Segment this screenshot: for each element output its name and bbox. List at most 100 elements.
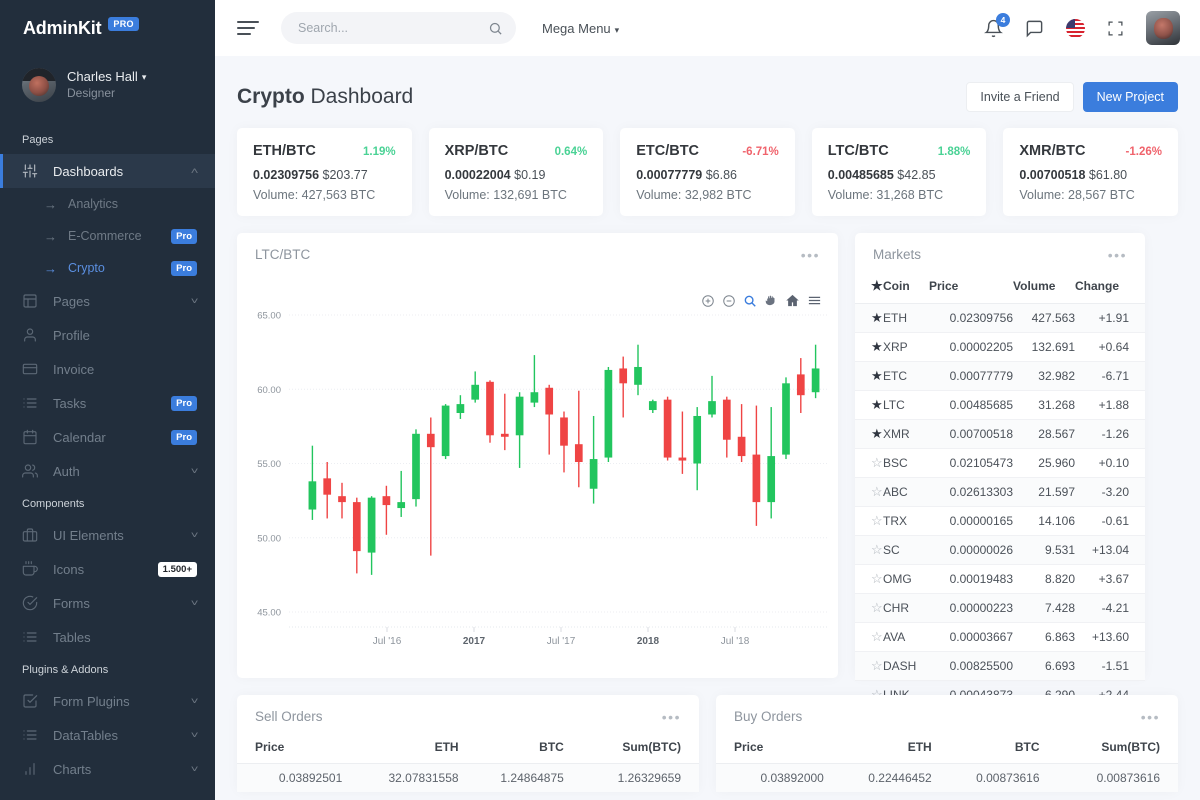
sidebar-item-calendar[interactable]: Calendar Pro bbox=[0, 420, 215, 454]
table-row[interactable]: ★ ETH 0.02309756 427.563 +1.91 bbox=[855, 303, 1145, 333]
sidebar-user[interactable]: Charles Hall ▾ Designer bbox=[0, 56, 215, 124]
sidebar-item-datatables[interactable]: DataTables ˅ bbox=[0, 718, 215, 752]
buy-orders-menu-button[interactable]: ••• bbox=[1141, 710, 1160, 724]
star-icon[interactable]: ★ bbox=[871, 397, 883, 412]
sidebar-item-tasks[interactable]: Tasks Pro bbox=[0, 386, 215, 420]
candle bbox=[367, 496, 376, 575]
favorite-cell[interactable]: ★ bbox=[855, 361, 883, 391]
chevron-icon: ˄ bbox=[190, 166, 199, 176]
menu-toggle-icon[interactable] bbox=[237, 17, 259, 40]
fullscreen-button[interactable] bbox=[1107, 20, 1124, 37]
sidebar-subitem-analytics[interactable]: → Analytics bbox=[0, 188, 215, 220]
table-row[interactable]: ☆ SC 0.00000026 9.531 +13.04 bbox=[855, 535, 1145, 565]
table-row[interactable]: ☆ DASH 0.00825500 6.693 -1.51 bbox=[855, 651, 1145, 681]
table-row[interactable]: ☆ TRX 0.00000165 14.106 -0.61 bbox=[855, 506, 1145, 536]
sidebar-item-dashboards[interactable]: Dashboards ˄ bbox=[0, 154, 215, 188]
star-icon[interactable]: ☆ bbox=[871, 484, 883, 499]
sidebar-item-ui-elements[interactable]: UI Elements ˅ bbox=[0, 518, 215, 552]
favorite-cell[interactable]: ☆ bbox=[855, 477, 883, 507]
sidebar-item-label: Profile bbox=[53, 327, 90, 343]
sidebar-item-profile[interactable]: Profile bbox=[0, 318, 215, 352]
sidebar-item-forms[interactable]: Forms ˅ bbox=[0, 586, 215, 620]
buy-col-sum: Sum(BTC) bbox=[1039, 734, 1178, 764]
favorite-cell[interactable]: ☆ bbox=[855, 506, 883, 536]
stat-volume: Volume: 32,982 BTC bbox=[636, 188, 752, 202]
change-cell: +13.04 bbox=[1075, 535, 1145, 565]
favorite-cell[interactable]: ★ bbox=[855, 332, 883, 362]
sidebar-item-form-plugins[interactable]: Form Plugins ˅ bbox=[0, 684, 215, 718]
star-icon[interactable]: ☆ bbox=[871, 542, 883, 557]
table-row[interactable]: ☆ BSC 0.02105473 25.960 +0.10 bbox=[855, 448, 1145, 478]
favorite-cell[interactable]: ★ bbox=[855, 419, 883, 449]
sell-orders-menu-button[interactable]: ••• bbox=[662, 710, 681, 724]
coin-cell: CHR bbox=[883, 593, 929, 623]
brand[interactable]: AdminKit PRO bbox=[0, 0, 215, 56]
check-circle-icon-wrap bbox=[22, 595, 41, 611]
users-icon-wrap bbox=[22, 463, 41, 479]
sidebar-item-icons[interactable]: Icons 1.500+ bbox=[0, 552, 215, 586]
sell-orders-title: Sell Orders bbox=[255, 709, 323, 724]
x-axis-tick-label: 2018 bbox=[637, 636, 660, 647]
chart-panel-menu-button[interactable]: ••• bbox=[801, 248, 820, 262]
table-row[interactable]: ☆ CHR 0.00000223 7.428 -4.21 bbox=[855, 593, 1145, 623]
coin-cell: DASH bbox=[883, 651, 929, 681]
profile-avatar[interactable] bbox=[1146, 11, 1180, 45]
search-box[interactable] bbox=[281, 12, 516, 44]
chevron-icon: ˅ bbox=[190, 730, 199, 740]
language-button[interactable] bbox=[1066, 18, 1085, 38]
sidebar-item-charts[interactable]: Charts ˅ bbox=[0, 752, 215, 786]
star-icon[interactable]: ☆ bbox=[871, 658, 883, 673]
new-project-button[interactable]: New Project bbox=[1082, 82, 1178, 112]
stat-volume: Volume: 427,563 BTC bbox=[253, 188, 376, 202]
star-icon[interactable]: ☆ bbox=[871, 629, 883, 644]
star-icon[interactable]: ☆ bbox=[871, 513, 883, 528]
table-row[interactable]: ★ XMR 0.00700518 28.567 -1.26 bbox=[855, 419, 1145, 449]
brand-pro-badge: PRO bbox=[108, 17, 139, 31]
favorite-cell[interactable]: ★ bbox=[855, 303, 883, 333]
sidebar-subitem-e-commerce[interactable]: → E-Commerce Pro bbox=[0, 220, 215, 252]
table-row[interactable]: ★ LTC 0.00485685 31.268 +1.88 bbox=[855, 390, 1145, 420]
table-row[interactable]: ☆ OMG 0.00019483 8.820 +3.67 bbox=[855, 564, 1145, 594]
table-row[interactable]: ★ XRP 0.00002205 132.691 +0.64 bbox=[855, 332, 1145, 362]
sidebar-subitem-crypto[interactable]: → Crypto Pro bbox=[0, 252, 215, 284]
price-cell: 0.00700518 bbox=[929, 419, 1013, 449]
favorite-cell[interactable]: ☆ bbox=[855, 535, 883, 565]
favorite-cell[interactable]: ☆ bbox=[855, 651, 883, 681]
star-icon[interactable]: ☆ bbox=[871, 571, 883, 586]
favorite-cell[interactable]: ☆ bbox=[855, 593, 883, 623]
sidebar-item-invoice[interactable]: Invoice bbox=[0, 352, 215, 386]
search-input[interactable] bbox=[298, 21, 488, 35]
markets-menu-button[interactable]: ••• bbox=[1108, 248, 1127, 262]
table-row[interactable]: ★ ETC 0.00077779 32.982 -6.71 bbox=[855, 361, 1145, 391]
table-row[interactable]: ☆ ABC 0.02613303 21.597 -3.20 bbox=[855, 477, 1145, 507]
table-row[interactable]: ☆ AVA 0.00003667 6.863 +13.60 bbox=[855, 622, 1145, 652]
buy-col-eth: ETH bbox=[823, 734, 932, 764]
sidebar-item-label: Form Plugins bbox=[53, 693, 130, 709]
star-icon[interactable]: ☆ bbox=[871, 600, 883, 615]
invite-friend-button[interactable]: Invite a Friend bbox=[966, 82, 1074, 112]
favorite-cell[interactable]: ☆ bbox=[855, 622, 883, 652]
stat-card-top: LTC/BTC 1.88% bbox=[828, 143, 971, 159]
sidebar-item-pages[interactable]: Pages ˅ bbox=[0, 284, 215, 318]
favorite-cell[interactable]: ☆ bbox=[855, 448, 883, 478]
sidebar-item-auth[interactable]: Auth ˅ bbox=[0, 454, 215, 488]
notifications-button[interactable]: 4 bbox=[984, 12, 1010, 38]
sidebar-item-tables[interactable]: Tables bbox=[0, 620, 215, 654]
buy-orders-title: Buy Orders bbox=[734, 709, 803, 724]
star-icon[interactable]: ☆ bbox=[871, 455, 883, 470]
star-icon[interactable]: ★ bbox=[871, 310, 883, 325]
star-icon[interactable]: ★ bbox=[871, 368, 883, 383]
favorite-cell[interactable]: ★ bbox=[855, 390, 883, 420]
star-icon[interactable]: ★ bbox=[871, 426, 883, 441]
stat-pair: LTC/BTC bbox=[827, 143, 889, 159]
mega-menu-button[interactable]: Mega Menu ▾ bbox=[542, 21, 619, 36]
favorite-cell[interactable]: ☆ bbox=[855, 564, 883, 594]
list-icon bbox=[23, 632, 37, 642]
app-root: AdminKit PRO Charles Hall ▾ Designer Pag… bbox=[0, 0, 1200, 800]
star-icon[interactable]: ★ bbox=[871, 339, 883, 354]
buy-orders-header: Buy Orders ••• bbox=[716, 695, 1178, 734]
search-icon[interactable] bbox=[488, 21, 503, 36]
volume-cell: 32.982 bbox=[1013, 361, 1075, 391]
messages-button[interactable] bbox=[1025, 19, 1044, 38]
credit-card-icon bbox=[22, 363, 38, 375]
